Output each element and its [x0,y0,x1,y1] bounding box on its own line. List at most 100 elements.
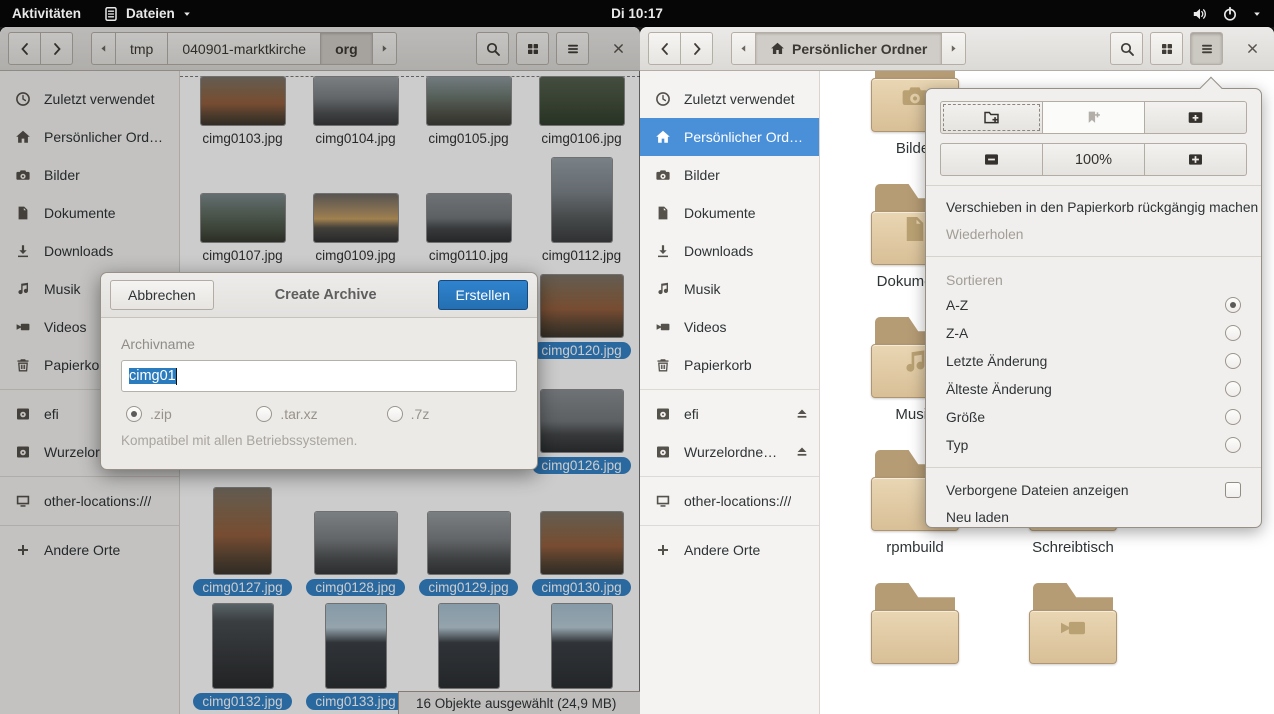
back-button[interactable] [648,32,681,65]
folder-name: rpmbuild [886,539,944,556]
files-app-icon [103,6,119,22]
places-sidebar: Zuletzt verwendet Persönlicher Ordner Bi… [640,71,820,714]
sort-option[interactable]: Älteste Änderung [926,375,1261,403]
sidebar-item[interactable]: Dokumente [640,194,819,232]
compatibility-hint: Kompatibel mit allen Betriebssystemen. [121,433,517,448]
sidebar-item-label: Bilder [684,167,720,183]
folder-name: Schreibtisch [1032,539,1114,556]
power-icon[interactable] [1222,6,1238,22]
sidebar-icon [655,444,671,460]
radio-icon [1225,297,1241,313]
sidebar-item[interactable]: Videos [640,308,819,346]
archive-format-radio[interactable]: .tar.xz [256,406,386,422]
zoom-in-button[interactable] [1145,143,1247,176]
dialog-title: Create Archive [275,287,377,303]
sort-option[interactable]: Z-A [926,319,1261,347]
menu-separator [926,256,1261,257]
folder-item[interactable] [1013,580,1133,713]
sidebar-item[interactable]: Papierkorb [640,346,819,384]
archive-format-radio[interactable]: .7z [387,406,517,422]
sidebar-item[interactable]: Persönlicher Ordner [640,118,819,156]
path-scroll-left-button[interactable] [731,32,756,65]
cancel-button[interactable]: Abbrechen [110,280,214,310]
new-tab-button[interactable] [1145,101,1247,134]
radio-icon [1225,381,1241,397]
activities-button[interactable]: Aktivitäten [12,6,81,21]
sort-section-label: Sortieren [926,265,1261,291]
headerbar: Persönlicher Ordner [640,27,1274,71]
checkbox-icon [1225,482,1241,498]
sidebar-item-label: other-locations:/// [684,493,791,509]
dialog-headerbar: Abbrechen Create Archive Erstellen [101,273,537,318]
path-segment-home[interactable]: Persönlicher Ordner [755,32,942,65]
volume-icon[interactable] [1192,6,1208,22]
sidebar-item[interactable]: Downloads [640,232,819,270]
sidebar-item-label: Persönlicher Ordner [684,129,809,145]
zoom-level-button[interactable]: 100% [1043,143,1145,176]
sidebar-item[interactable]: Wurzelordne… [640,433,819,471]
popover-arrow [1200,77,1223,100]
view-grid-button[interactable] [1150,32,1183,65]
sidebar-item-label: Zuletzt verwendet [684,91,795,107]
path-segment-label: Persönlicher Ordner [792,41,927,57]
home-icon [770,41,785,56]
menu-separator [926,467,1261,468]
sort-option[interactable]: A-Z [926,291,1261,319]
format-label: .7z [411,406,430,422]
sort-option[interactable]: Typ [926,431,1261,459]
close-button[interactable] [1238,35,1266,63]
sidebar-item[interactable]: other-locations:/// [640,482,819,520]
sidebar-icon [655,205,671,221]
folder-item[interactable] [855,580,975,713]
path-scroll-right-button[interactable] [941,32,966,65]
menu-item-reload[interactable]: Neu laden [926,504,1261,531]
caret-down-icon [182,9,192,19]
menu-item-show-hidden[interactable]: Verborgene Dateien anzeigen [926,476,1261,504]
sort-option[interactable]: Letzte Änderung [926,347,1261,375]
sort-option[interactable]: Größe [926,403,1261,431]
sidebar-icon [655,129,671,145]
sidebar-item[interactable]: Andere Orte [640,531,819,569]
hamburger-menu-button[interactable] [1190,32,1223,65]
sidebar-item[interactable]: efi [640,395,819,433]
sort-option-label: Typ [946,438,968,453]
eject-icon[interactable] [795,407,809,421]
new-folder-button[interactable] [940,101,1043,134]
zoom-out-button[interactable] [940,143,1043,176]
files-window-right: Persönlicher Ordner Zuletzt verwendet Pe… [640,27,1274,714]
radio-icon [1225,325,1241,341]
format-label: .zip [150,406,172,422]
radio-icon [1225,353,1241,369]
sort-option-label: Älteste Änderung [946,382,1052,397]
eject-icon[interactable] [795,445,809,459]
archive-format-radio[interactable]: .zip [126,406,256,422]
menu-item-undo[interactable]: Verschieben in den Papierkorb rückgängig… [926,194,1261,221]
sidebar-item-label: Videos [684,319,727,335]
system-menu-caret-icon[interactable] [1252,9,1262,19]
hamburger-menu-popover: 100% Verschieben in den Papierkorb rückg… [925,88,1262,528]
add-bookmark-button[interactable] [1043,101,1145,134]
sidebar-item-label: Musik [684,281,721,297]
sidebar-icon [655,357,671,373]
sidebar-icon [655,406,671,422]
sidebar-item[interactable]: Bilder [640,156,819,194]
menu-item-redo: Wiederholen [926,221,1261,248]
app-menu-button[interactable]: Dateien [103,6,192,22]
clock[interactable]: Di 10:17 [611,6,663,21]
sidebar-item-label: Downloads [684,243,753,259]
search-button[interactable] [1110,32,1143,65]
show-hidden-label: Verborgene Dateien anzeigen [946,483,1129,498]
menu-separator [926,185,1261,186]
top-bar: Aktivitäten Dateien Di 10:17 [0,0,1274,27]
sidebar-icon [655,542,671,558]
sidebar-icon [655,167,671,183]
sidebar-item-label: Papierkorb [684,357,752,373]
sidebar-item[interactable]: Musik [640,270,819,308]
sidebar-icon [655,493,671,509]
sidebar-item[interactable]: Zuletzt verwendet [640,80,819,118]
radio-icon [387,406,403,422]
create-button[interactable]: Erstellen [438,280,528,310]
forward-button[interactable] [680,32,713,65]
radio-icon [256,406,272,422]
archive-name-input[interactable]: cimg01 [121,360,517,392]
